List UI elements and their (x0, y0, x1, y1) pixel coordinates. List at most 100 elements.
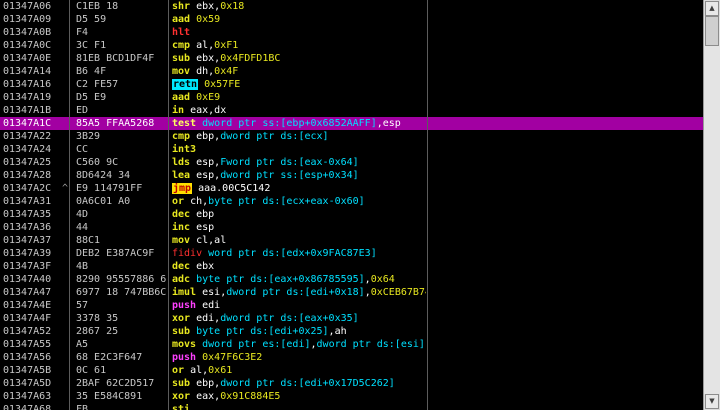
column-divider[interactable] (168, 0, 169, 410)
address-cell: 01347A1B (3, 105, 52, 116)
mnemonic: push (172, 352, 197, 363)
disassembly-cell: xor edi,dword ptr ds:[eax+0x35] (172, 312, 426, 325)
hex-dump-cell: 0A6C01 A0 (76, 196, 131, 207)
hex-dump-cell: 4B (76, 261, 89, 272)
mnemonic: lds (172, 157, 191, 168)
mnemonic: imul (172, 287, 197, 298)
operands: ebp,dword ptr ds:[ecx] (196, 131, 329, 142)
mnemonic: lea (172, 170, 191, 181)
address-cell: 01347A14 (3, 66, 52, 77)
operands: eax,dx (190, 105, 227, 116)
disassembly-pane[interactable]: 01347A06 C1EB 18 shr ebx,0x18 01347A09 D5 59… (0, 0, 703, 410)
instruction-row[interactable]: 01347A06 C1EB 18 shr ebx,0x18 (0, 0, 703, 13)
scroll-up-button[interactable]: ▲ (705, 1, 719, 16)
disassembly-cell: test dword ptr ss:[ebp+0x6852AAFF],esp (172, 117, 426, 130)
instruction-row[interactable]: 01347A52 2867 25 sub byte ptr ds:[edi+0x25… (0, 325, 703, 338)
instruction-row[interactable]: 01347A0E 81EB BCD1DF4F sub ebx,0x4FDFD1BC (0, 52, 703, 65)
mnemonic: hlt (172, 27, 191, 38)
disassembly-cell: push edi (172, 299, 426, 312)
mnemonic: int3 (172, 144, 197, 155)
hex-dump-cell: 2867 25 (76, 326, 119, 337)
operands: byte ptr ds:[eax+0x86785595],0x64 (196, 274, 395, 285)
instruction-row[interactable]: 01347A37 88C1 mov cl,al (0, 234, 703, 247)
disassembly-cell: lds esp,Fword ptr ds:[eax-0x64] (172, 156, 426, 169)
scrollbar-track[interactable] (704, 16, 720, 394)
mnemonic: inc (172, 222, 191, 233)
instruction-row[interactable]: 01347A24 CC int3 (0, 143, 703, 156)
disassembly-cell: hlt (172, 26, 426, 39)
instruction-row[interactable]: 01347A1B ED in eax,dx (0, 104, 703, 117)
hex-dump-cell: C560 9C (76, 157, 119, 168)
mnemonic: or (172, 196, 185, 207)
operands: byte ptr ds:[edi+0x25],ah (196, 326, 347, 337)
instruction-row[interactable]: 01347A19 D5 E9 aad 0xE9 (0, 91, 703, 104)
instruction-row[interactable]: 01347A0B F4 hlt (0, 26, 703, 39)
operands: ch,byte ptr ds:[ecx+eax-0x60] (190, 196, 365, 207)
instruction-row[interactable]: 01347A22 3B29 cmp ebp,dword ptr ds:[ecx] (0, 130, 703, 143)
address-cell: 01347A0C (3, 40, 52, 51)
operands: al,0xF1 (196, 40, 239, 51)
disassembly-cell: dec ebp (172, 208, 426, 221)
operands: eax,0x91C884E5 (196, 391, 281, 402)
operands: ebx,0x18 (196, 1, 245, 12)
hex-dump-cell: 4D (76, 209, 89, 220)
scrollbar-thumb[interactable] (705, 16, 719, 46)
vertical-scrollbar[interactable]: ▲ ▼ (703, 0, 720, 410)
instruction-row[interactable]: 01347A2C ^ E9 114791FF jmp aaa.00C5C142 (0, 182, 703, 195)
instruction-row[interactable]: 01347A0C 3C F1 cmp al,0xF1 (0, 39, 703, 52)
column-divider[interactable] (69, 0, 70, 410)
operands: edi,dword ptr ds:[eax+0x35] (196, 313, 359, 324)
instruction-row[interactable]: 01347A47 6977 18 747BB6C1 imul esi,dword p… (0, 286, 703, 299)
address-cell: 01347A37 (3, 235, 52, 246)
hex-dump-cell: D5 59 (76, 14, 107, 25)
scroll-down-button[interactable]: ▼ (705, 394, 719, 409)
instruction-row[interactable]: 01347A68 FB sti (0, 403, 703, 410)
instruction-row[interactable]: 01347A4E 57 push edi (0, 299, 703, 312)
address-cell: 01347A5B (3, 365, 52, 376)
disassembly-cell: aad 0x59 (172, 13, 426, 26)
hex-dump-cell: 81EB BCD1DF4F (76, 53, 155, 64)
hex-dump-cell: CC (76, 144, 89, 155)
instruction-row[interactable]: 01347A5B 0C 61 or al,0x61 (0, 364, 703, 377)
operands: aaa.00C5C142 (198, 183, 271, 194)
instruction-row[interactable]: 01347A5D 2BAF 62C2D517 sub ebp,dword ptr d… (0, 377, 703, 390)
disassembly-cell: push 0x47F6C3E2 (172, 351, 426, 364)
mnemonic: jmp (172, 183, 193, 194)
instruction-row[interactable]: 01347A55 A5 movs dword ptr es:[edi],dword … (0, 338, 703, 351)
mnemonic: or (172, 365, 185, 376)
operands: word ptr ds:[edx+0x9FAC87E3] (208, 248, 377, 259)
instruction-row[interactable]: 01347A63 35 E584C891 xor eax,0x91C884E5 (0, 390, 703, 403)
disassembly-cell: sub ebp,dword ptr ds:[edi+0x17D5C262] (172, 377, 426, 390)
disassembly-cell: sub byte ptr ds:[edi+0x25],ah (172, 325, 426, 338)
mnemonic: sub (172, 326, 191, 337)
instruction-row[interactable]: 01347A14 B6 4F mov dh,0x4F (0, 65, 703, 78)
instruction-row[interactable]: 01347A25 C560 9C lds esp,Fword ptr ds:[eax… (0, 156, 703, 169)
instruction-row[interactable]: 01347A35 4D dec ebp (0, 208, 703, 221)
instruction-row[interactable]: 01347A39 DEB2 E387AC9F fidiv word ptr ds:[… (0, 247, 703, 260)
operands: dword ptr ss:[ebp+0x6852AAFF],esp (202, 118, 401, 129)
column-divider[interactable] (427, 0, 428, 410)
instruction-row[interactable]: 01347A40 8290 95557886 64 adc byte ptr ds:… (0, 273, 703, 286)
instruction-row[interactable]: 01347A56 68 E2C3F647 push 0x47F6C3E2 (0, 351, 703, 364)
mnemonic: in (172, 105, 185, 116)
address-cell: 01347A2C (3, 183, 52, 194)
mnemonic: sub (172, 378, 191, 389)
disassembly-cell: inc esp (172, 221, 426, 234)
address-cell: 01347A4F (3, 313, 52, 324)
instruction-row[interactable]: 01347A09 D5 59 aad 0x59 (0, 13, 703, 26)
selected-instruction-row[interactable]: 01347A1C 85A5 FFAA5268 test dword ptr ss:[… (0, 117, 703, 130)
instruction-row[interactable]: 01347A4F 3378 35 xor edi,dword ptr ds:[eax… (0, 312, 703, 325)
mnemonic: fidiv (172, 248, 203, 259)
address-cell: 01347A22 (3, 131, 52, 142)
instruction-row[interactable]: 01347A36 44 inc esp (0, 221, 703, 234)
instruction-row[interactable]: 01347A31 0A6C01 A0 or ch,byte ptr ds:[ecx+… (0, 195, 703, 208)
instruction-row[interactable]: 01347A16 C2 FE57 retn 0x57FE (0, 78, 703, 91)
hex-dump-cell: ED (76, 105, 89, 116)
address-cell: 01347A24 (3, 144, 52, 155)
operands: dh,0x4F (196, 66, 239, 77)
disassembly-cell: lea esp,dword ptr ss:[esp+0x34] (172, 169, 426, 182)
mnemonic: sub (172, 53, 191, 64)
instruction-row[interactable]: 01347A3F 4B dec ebx (0, 260, 703, 273)
instruction-row[interactable]: 01347A28 8D6424 34 lea esp,dword ptr ss:[e… (0, 169, 703, 182)
jump-arrow-icon: ^ (62, 183, 69, 194)
